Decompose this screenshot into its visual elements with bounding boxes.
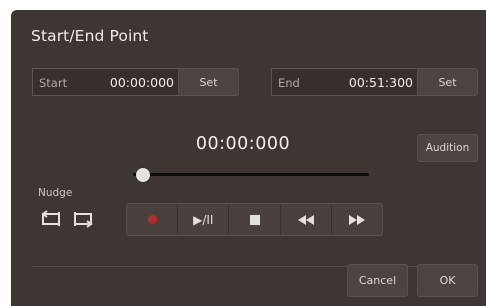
footer-divider xyxy=(32,266,478,267)
start-set-button[interactable]: Set xyxy=(178,68,239,96)
record-button[interactable] xyxy=(127,204,179,235)
nudge-forward-icon[interactable] xyxy=(70,209,96,229)
ok-button[interactable]: OK xyxy=(417,264,478,297)
audition-button[interactable]: Audition xyxy=(417,134,478,162)
stop-icon xyxy=(249,214,260,225)
nudge-label: Nudge xyxy=(38,187,73,199)
rewind-icon xyxy=(297,214,314,225)
start-label: Start xyxy=(39,76,68,90)
fast-forward-button[interactable] xyxy=(332,204,382,235)
play-pause-icon: ▶/II xyxy=(193,212,214,227)
transport-controls: ▶/II xyxy=(126,203,383,236)
start-value: 00:00:000 xyxy=(109,75,174,90)
stop-button[interactable] xyxy=(229,204,281,235)
position-slider-track[interactable] xyxy=(133,173,369,176)
nudge-back-icon[interactable] xyxy=(38,209,64,229)
fast-forward-icon xyxy=(348,214,365,225)
end-set-button[interactable]: Set xyxy=(417,68,478,96)
position-slider-handle[interactable] xyxy=(136,168,150,182)
start-end-point-dialog: Start/End Point Start 00:00:000 Set End … xyxy=(11,10,486,306)
end-value: 00:51:300 xyxy=(348,75,413,90)
end-label: End xyxy=(278,76,300,90)
end-time-field[interactable]: End 00:51:300 xyxy=(271,68,420,96)
cancel-button[interactable]: Cancel xyxy=(347,264,408,297)
rewind-button[interactable] xyxy=(281,204,332,235)
record-icon xyxy=(147,215,157,224)
start-time-field[interactable]: Start 00:00:000 xyxy=(32,68,181,96)
dialog-title: Start/End Point xyxy=(31,27,149,45)
play-pause-button[interactable]: ▶/II xyxy=(178,204,230,235)
current-time-display: 00:00:000 xyxy=(195,134,291,154)
